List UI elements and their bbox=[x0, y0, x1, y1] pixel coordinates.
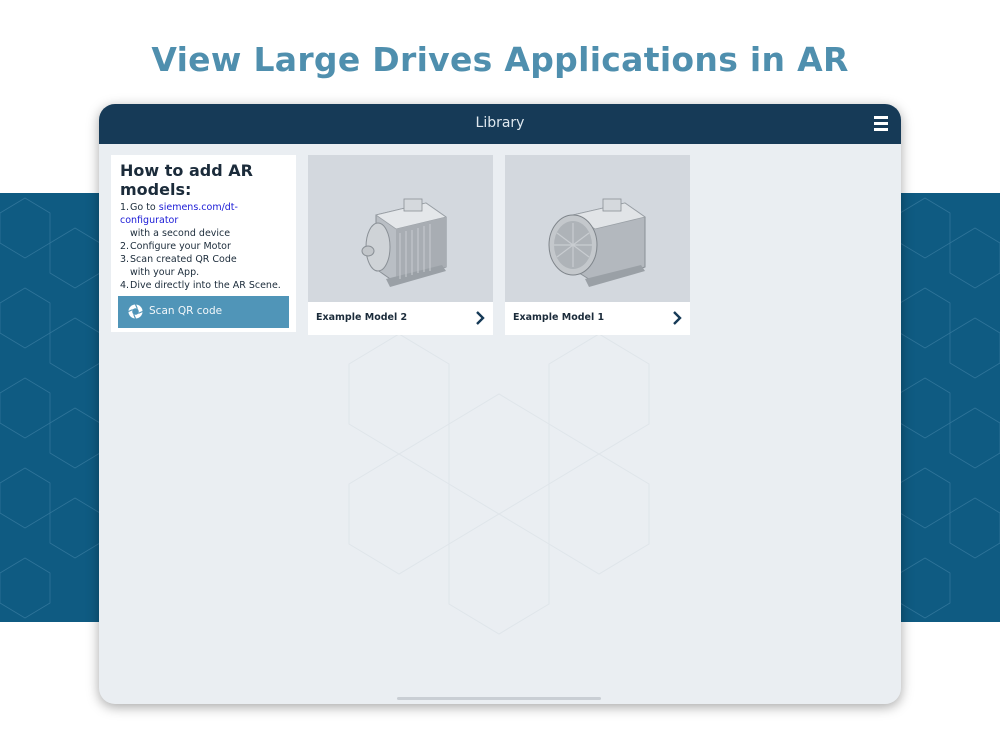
scan-qr-button[interactable]: Scan QR code bbox=[118, 296, 289, 328]
model-card[interactable]: Example Model 1 bbox=[505, 155, 690, 335]
step-text: Scan created QR Code bbox=[130, 254, 237, 265]
hamburger-menu-icon[interactable] bbox=[874, 116, 888, 131]
scan-qr-label: Scan QR code bbox=[149, 305, 223, 317]
model-card[interactable]: Example Model 2 bbox=[308, 155, 493, 335]
step-number: 2. bbox=[120, 241, 130, 252]
step-number: 4. bbox=[120, 280, 130, 291]
howto-steps: 1.Go to siemens.com/dt-configurator with… bbox=[120, 201, 296, 292]
chevron-right-icon bbox=[476, 311, 485, 325]
step-text: Configure your Motor bbox=[130, 241, 231, 252]
model-card-label: Example Model 2 bbox=[316, 312, 408, 323]
tablet-screen: Library How to add AR models: 1.Go to si… bbox=[99, 104, 901, 704]
step-continuation: with a second device bbox=[130, 228, 231, 239]
howto-title: How to add AR models: bbox=[120, 161, 253, 199]
step-number: 1. bbox=[120, 202, 130, 213]
model-thumbnail bbox=[308, 155, 493, 302]
step-number: 3. bbox=[120, 254, 130, 265]
step-item: 4.Dive directly into the AR Scene. bbox=[120, 279, 296, 292]
model-thumbnail bbox=[505, 155, 690, 302]
motor-model-image bbox=[548, 198, 646, 287]
topbar-title: Library bbox=[475, 115, 525, 131]
step-item: 1.Go to siemens.com/dt-configurator with… bbox=[120, 201, 296, 240]
step-text: Dive directly into the AR Scene. bbox=[130, 280, 281, 291]
motor-model-image bbox=[361, 198, 447, 287]
model-card-label: Example Model 1 bbox=[513, 312, 605, 323]
step-item: 2.Configure your Motor bbox=[120, 240, 296, 253]
step-item: 3.Scan created QR Code with your App. bbox=[120, 253, 296, 279]
step-continuation: with your App. bbox=[130, 267, 200, 278]
page-headline: View Large Drives Applications in AR bbox=[151, 40, 849, 79]
home-indicator[interactable] bbox=[397, 697, 601, 700]
camera-shutter-icon bbox=[128, 304, 143, 319]
howto-panel: How to add AR models: 1.Go to siemens.co… bbox=[111, 155, 296, 332]
app-topbar: Library bbox=[99, 104, 901, 144]
step-text: Go to bbox=[130, 202, 159, 213]
chevron-right-icon bbox=[673, 311, 682, 325]
